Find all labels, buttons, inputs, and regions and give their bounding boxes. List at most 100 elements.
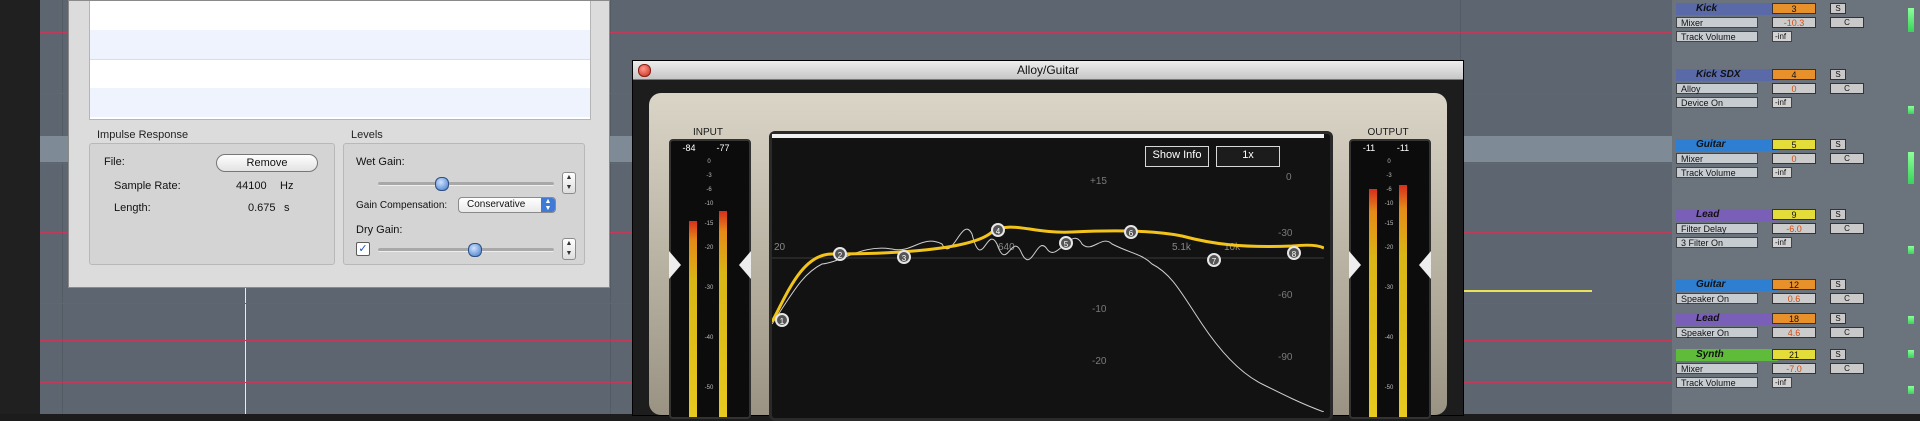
volume-value[interactable]: 0.6 xyxy=(1772,293,1816,304)
sample-rate-value: 44100 xyxy=(236,180,267,192)
pan-control[interactable]: C xyxy=(1830,223,1864,234)
eq-band-nodes[interactable]: 1 2 3 4 5 6 7 8 xyxy=(772,134,1324,412)
impulse-response-group: File: Remove Sample Rate: 44100 Hz Lengt… xyxy=(89,143,335,265)
track-activator[interactable]: 9 xyxy=(1772,209,1816,220)
solo-button[interactable]: S xyxy=(1830,349,1846,360)
track-name[interactable]: Kick SDX xyxy=(1676,69,1778,81)
pan-control[interactable]: C xyxy=(1830,17,1864,28)
solo-button[interactable]: S xyxy=(1830,3,1846,14)
meter-scale-tick: 0 xyxy=(1387,159,1391,165)
track-name[interactable]: Guitar xyxy=(1676,139,1778,151)
pan-control[interactable]: C xyxy=(1830,293,1864,304)
gain-compensation-select[interactable]: Conservative ▲ ▼ xyxy=(458,197,556,213)
track-activator[interactable]: 4 xyxy=(1772,69,1816,80)
impulse-list-table[interactable] xyxy=(89,1,591,120)
parameter-chooser[interactable]: Device On xyxy=(1676,97,1758,108)
eq-band-node[interactable]: 2 xyxy=(833,247,847,261)
track-name[interactable]: Lead xyxy=(1676,313,1778,325)
device-chooser[interactable]: Alloy xyxy=(1676,83,1758,94)
device-chooser[interactable]: Filter Delay xyxy=(1676,223,1758,234)
mixer-track[interactable]: Kick SDX Alloy Device On 4 S 0 C -inf xyxy=(1672,66,1920,132)
track-name[interactable]: Lead xyxy=(1676,209,1778,221)
pan-control[interactable]: C xyxy=(1830,363,1864,374)
eq-band-node[interactable]: 3 xyxy=(897,250,911,264)
volume-value[interactable]: -7.0 xyxy=(1772,363,1816,374)
parameter-chooser[interactable]: Track Volume xyxy=(1676,31,1758,42)
mixer-track[interactable]: Kick Mixer Track Volume 3 S -10.3 C -inf xyxy=(1672,0,1920,66)
plugin-titlebar[interactable]: Alloy/Guitar xyxy=(633,61,1463,80)
eq-display[interactable]: Show Info 1x +15 -10 -20 0 -30 -60 -90 2… xyxy=(769,131,1333,421)
track-activator[interactable]: 5 xyxy=(1772,139,1816,150)
track-name[interactable]: Synth xyxy=(1676,349,1778,361)
track-name[interactable]: Kick xyxy=(1676,3,1778,15)
track-level-meter xyxy=(1908,152,1914,184)
volume-value[interactable]: 0 xyxy=(1772,83,1816,94)
device-chooser[interactable]: Speaker On xyxy=(1676,293,1758,304)
volume-value[interactable]: 4.6 xyxy=(1772,327,1816,338)
dry-gain-stepper[interactable]: ▲ ▼ xyxy=(562,238,576,260)
output-gain-arrow-left[interactable] xyxy=(1349,251,1361,279)
sample-rate-unit: Hz xyxy=(280,180,294,192)
wet-gain-slider-thumb[interactable] xyxy=(435,177,450,191)
track-activator[interactable]: 18 xyxy=(1772,313,1816,324)
solo-button[interactable]: S xyxy=(1830,69,1846,80)
input-meter-right-value: -77 xyxy=(716,143,730,153)
eq-band-node[interactable]: 6 xyxy=(1124,225,1138,239)
plugin-title: Alloy/Guitar xyxy=(1016,63,1080,77)
meter-scale-tick: -10 xyxy=(1384,201,1394,207)
solo-button[interactable]: S xyxy=(1830,313,1846,324)
meter-scale-tick: -3 xyxy=(1386,173,1392,179)
solo-button[interactable]: S xyxy=(1830,279,1846,290)
wet-gain-slider[interactable] xyxy=(378,177,554,191)
dry-gain-slider-thumb[interactable] xyxy=(468,243,483,257)
solo-button[interactable]: S xyxy=(1830,209,1846,220)
mixer-track[interactable]: Synth Mixer Track Volume 21 S -7.0 C -inf xyxy=(1672,346,1920,412)
mixer-track[interactable]: Guitar Mixer Track Volume 5 S 0 C -inf xyxy=(1672,136,1920,202)
remove-button[interactable]: Remove xyxy=(216,154,318,172)
volume-value[interactable]: 0 xyxy=(1772,153,1816,164)
output-meter-left-value: -11 xyxy=(1362,143,1376,153)
eq-band-node[interactable]: 8 xyxy=(1287,246,1301,260)
mixer-track[interactable]: Lead Filter Delay 3 Filter On 9 S -6.0 C -inf xyxy=(1672,206,1920,272)
parameter-chooser[interactable]: Track Volume xyxy=(1676,167,1758,178)
list-item[interactable] xyxy=(90,88,590,117)
plugin-chassis: INPUT -84 -77 0 -3 -6 -10 -15 -20 -30 -4… xyxy=(649,93,1447,421)
dry-gain-checkbox[interactable]: ✓ xyxy=(356,242,370,256)
parameter-chooser[interactable]: 3 Filter On xyxy=(1676,237,1758,248)
input-meter-left-value: -84 xyxy=(682,143,696,153)
track-activator[interactable]: 21 xyxy=(1772,349,1816,360)
pan-control[interactable]: C xyxy=(1830,327,1864,338)
meter-scale-tick: -10 xyxy=(704,201,714,207)
meter-scale-tick: -6 xyxy=(706,187,712,193)
device-chooser[interactable]: Speaker On xyxy=(1676,327,1758,338)
eq-band-node[interactable]: 4 xyxy=(991,223,1005,237)
list-item[interactable] xyxy=(90,1,590,31)
meter-scale-tick: -15 xyxy=(704,221,714,227)
meter-scale-tick: -30 xyxy=(1384,285,1394,291)
output-meter: -11 -11 0 -3 -6 -10 -15 -20 -30 -40 -50 xyxy=(1349,139,1431,419)
list-item[interactable] xyxy=(90,30,590,60)
parameter-chooser[interactable]: Track Volume xyxy=(1676,377,1758,388)
meter-scale-tick: -20 xyxy=(1384,245,1394,251)
pan-control[interactable]: C xyxy=(1830,83,1864,94)
solo-button[interactable]: S xyxy=(1830,139,1846,150)
eq-band-node[interactable]: 7 xyxy=(1207,253,1221,267)
track-activator[interactable]: 3 xyxy=(1772,3,1816,14)
input-gain-arrow-left[interactable] xyxy=(669,251,681,279)
volume-value[interactable]: -10.3 xyxy=(1772,17,1816,28)
output-gain-arrow-right[interactable] xyxy=(1419,251,1431,279)
pan-control[interactable]: C xyxy=(1830,153,1864,164)
device-chooser[interactable]: Mixer xyxy=(1676,363,1758,374)
wet-gain-stepper[interactable]: ▲ ▼ xyxy=(562,172,576,194)
output-meter-scale: 0 -3 -6 -10 -15 -20 -30 -40 -50 xyxy=(1382,159,1396,409)
track-activator[interactable]: 12 xyxy=(1772,279,1816,290)
device-chooser[interactable]: Mixer xyxy=(1676,153,1758,164)
device-chooser[interactable]: Mixer xyxy=(1676,17,1758,28)
list-item[interactable] xyxy=(90,59,590,89)
input-gain-arrow-right[interactable] xyxy=(739,251,751,279)
eq-band-node[interactable]: 5 xyxy=(1059,236,1073,250)
dry-gain-slider[interactable] xyxy=(378,243,554,257)
volume-value[interactable]: -6.0 xyxy=(1772,223,1816,234)
track-name[interactable]: Guitar xyxy=(1676,279,1778,291)
eq-band-node[interactable]: 1 xyxy=(775,313,789,327)
